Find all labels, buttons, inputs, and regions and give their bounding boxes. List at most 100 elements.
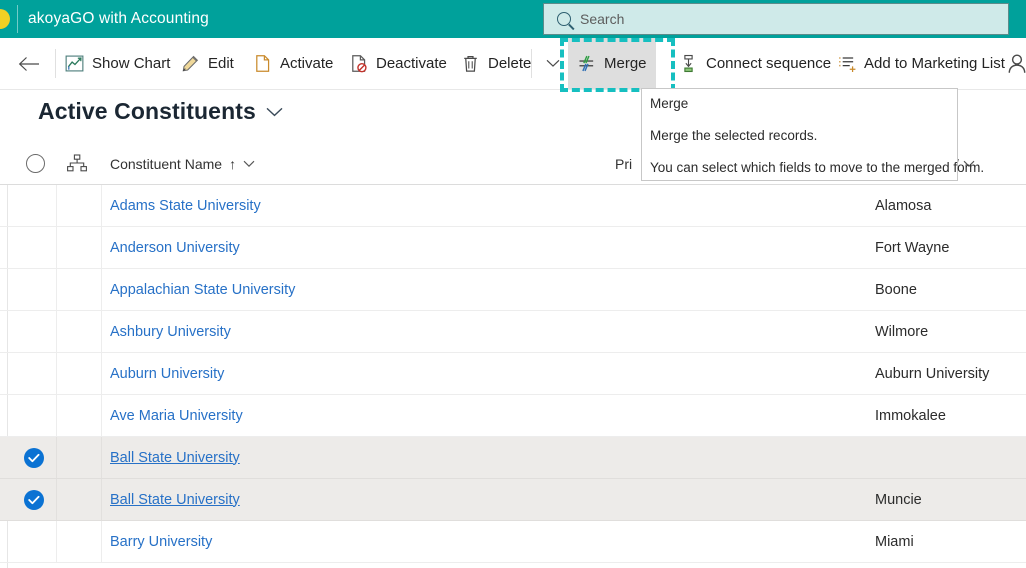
activate-button[interactable]: Activate (244, 38, 342, 89)
column-header-city-label: Pri (615, 155, 633, 172)
record-city-cell: Alamosa (875, 197, 932, 214)
record-name-link[interactable]: Appalachian State University (110, 269, 295, 310)
record-city-cell: Fort Wayne (875, 239, 950, 256)
search-icon (557, 12, 571, 26)
deactivate-button[interactable]: Deactivate (340, 38, 456, 89)
merge-button[interactable]: Merge (568, 38, 656, 89)
select-all-checkbox[interactable] (26, 154, 45, 173)
search-placeholder: Search (580, 11, 625, 27)
record-name-link[interactable]: Ball State University (110, 437, 240, 478)
table-row[interactable]: Auburn University Auburn University (0, 353, 1026, 395)
deactivate-document-icon (352, 55, 367, 73)
header-divider (17, 5, 18, 33)
record-name-link[interactable]: Ashbury University (110, 311, 231, 352)
records-grid: Constituent Name ↑ Pri / Adams State Uni… (0, 143, 1026, 568)
column-divider (56, 353, 57, 394)
search-input[interactable]: Search (543, 3, 1009, 35)
arrow-left-icon (18, 56, 39, 71)
delete-button[interactable]: Delete (452, 38, 540, 89)
column-header-constituent-name-label: Constituent Name (110, 155, 223, 172)
app-title: akoyaGO with Accounting (28, 10, 209, 27)
connect-sequence-icon (684, 54, 693, 73)
column-divider (101, 311, 102, 352)
merge-tooltip: Merge Merge the selected records. You ca… (641, 88, 984, 181)
table-row[interactable]: Appalachian State University Boone (0, 269, 1026, 311)
column-divider (56, 479, 57, 520)
record-name-link[interactable]: Anderson University (110, 227, 240, 268)
column-divider (101, 353, 102, 394)
column-divider (101, 269, 102, 310)
record-name-link[interactable]: Ball State University (110, 479, 240, 520)
column-divider (101, 479, 102, 520)
merge-label: Merge (604, 55, 647, 72)
record-city-cell: Boone (875, 281, 917, 298)
check-icon (28, 453, 40, 463)
table-row[interactable]: Ball State University (0, 437, 1026, 479)
view-selector[interactable]: Active Constituents (38, 98, 283, 125)
show-chart-button[interactable]: Show Chart (56, 38, 179, 89)
record-city-cell: Wilmore (875, 323, 929, 340)
row-checkbox-checked[interactable] (24, 448, 44, 468)
column-divider (56, 521, 57, 562)
table-row[interactable]: Anderson University Fort Wayne (0, 227, 1026, 269)
activate-document-icon (256, 55, 270, 72)
chart-icon (65, 55, 84, 72)
record-city-cell: Miami (875, 533, 914, 550)
row-checkbox-checked[interactable] (24, 490, 44, 510)
column-divider (56, 311, 57, 352)
add-to-marketing-list-button[interactable]: Add to Marketing List (828, 38, 1014, 89)
chevron-down-icon (266, 107, 283, 116)
record-city-cell: Immokalee (875, 407, 946, 424)
record-name-link[interactable]: Auburn University (110, 353, 224, 394)
activate-label: Activate (280, 55, 334, 72)
table-row[interactable]: Ball State University Muncie (0, 479, 1026, 521)
command-bar: Show Chart Edit Activate Deactivate Dele… (0, 38, 1026, 90)
column-divider (101, 227, 102, 268)
app-header: akoyaGO with Accounting Search (0, 0, 1026, 38)
command-separator-2 (531, 49, 532, 78)
column-header-constituent-name[interactable]: Constituent Name ↑ (110, 143, 255, 184)
hierarchy-icon[interactable] (66, 154, 88, 173)
connect-sequence-label: Connect sequence (706, 55, 832, 72)
person-icon (1008, 53, 1026, 73)
sort-ascending-icon: ↑ (229, 155, 237, 172)
tooltip-title: Merge (650, 96, 689, 111)
table-row[interactable]: Ave Maria University Immokalee (0, 395, 1026, 437)
delete-label: Delete (488, 55, 532, 72)
deactivate-label: Deactivate (376, 55, 447, 72)
column-divider (101, 437, 102, 478)
chevron-down-icon (546, 59, 560, 67)
table-row[interactable]: Adams State University Alamosa (0, 185, 1026, 227)
add-to-list-icon (839, 57, 856, 73)
column-header-city[interactable]: Pri (615, 143, 632, 184)
record-city-cell: Muncie (875, 491, 922, 508)
column-divider (56, 185, 57, 226)
edit-button[interactable]: Edit (172, 38, 243, 89)
assign-user-button[interactable] (1006, 38, 1026, 89)
table-row[interactable]: Barry University Miami (0, 521, 1026, 563)
column-divider (56, 269, 57, 310)
page-title: Active Constituents (38, 98, 256, 124)
app-root: akoyaGO with Accounting Search Show Char… (0, 0, 1026, 568)
connect-sequence-button[interactable]: Connect sequence (670, 38, 840, 89)
column-divider (101, 185, 102, 226)
tooltip-detail: You can select which fields to move to t… (650, 160, 985, 175)
column-divider (56, 395, 57, 436)
add-to-marketing-list-label: Add to Marketing List (864, 55, 1005, 72)
command-overflow-button[interactable] (538, 38, 568, 89)
record-name-link[interactable]: Adams State University (110, 185, 261, 226)
table-row[interactable]: Ashbury University Wilmore (0, 311, 1026, 353)
column-divider (101, 521, 102, 562)
record-name-link[interactable]: Ave Maria University (110, 395, 243, 436)
merge-icon (579, 55, 594, 72)
column-divider (56, 227, 57, 268)
tooltip-description: Merge the selected records. (650, 128, 818, 143)
back-button[interactable] (8, 38, 50, 89)
show-chart-label: Show Chart (92, 55, 171, 72)
chevron-down-icon (243, 160, 255, 167)
pencil-icon (182, 55, 199, 72)
record-name-link[interactable]: Barry University (110, 521, 212, 562)
check-icon (28, 495, 40, 505)
column-divider (56, 437, 57, 478)
record-city-cell: Auburn University (875, 365, 990, 382)
